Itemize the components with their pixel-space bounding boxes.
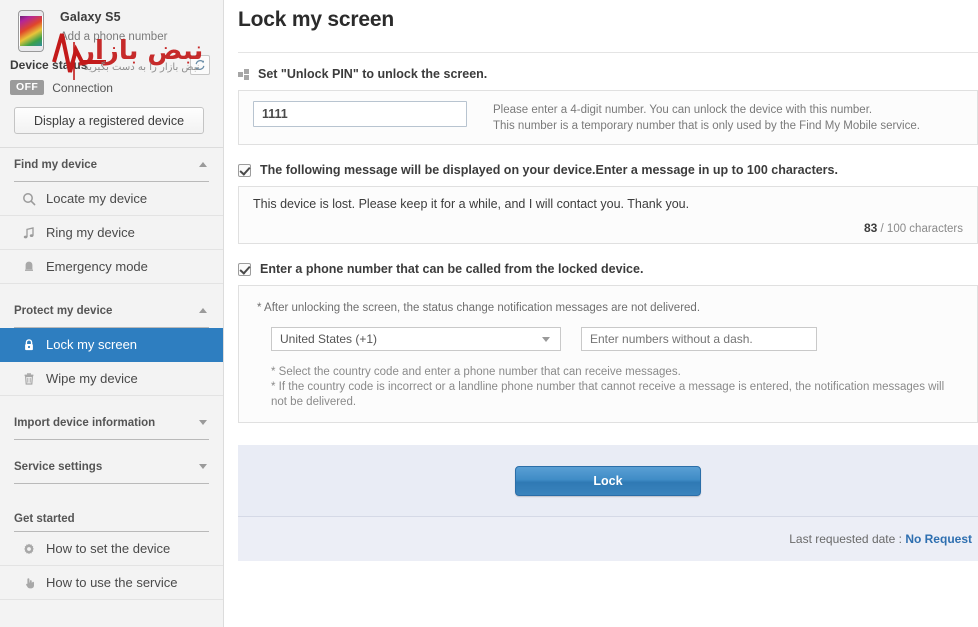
phone-notes: * Select the country code and enter a ph… bbox=[271, 365, 959, 410]
unlock-pin-input[interactable] bbox=[253, 101, 467, 127]
lock-icon bbox=[18, 338, 40, 352]
sidebar-item-label: How to use the service bbox=[46, 575, 178, 590]
get-started-items: How to set the device How to use the ser… bbox=[0, 532, 223, 600]
sidebar-item-emergency-mode[interactable]: Emergency mode bbox=[0, 250, 223, 284]
message-checkbox[interactable] bbox=[238, 163, 251, 177]
footer-bar: Last requested date : No Request bbox=[238, 517, 978, 561]
country-code-value: United States (+1) bbox=[280, 332, 378, 346]
phone-panel: * After unlocking the screen, the status… bbox=[238, 285, 978, 423]
sidebar-item-wipe-my-device[interactable]: Wipe my device bbox=[0, 362, 223, 396]
phone-number-input[interactable] bbox=[581, 327, 817, 351]
device-status-row: Device status bbox=[10, 55, 214, 75]
nav-group-header-protect-my-device[interactable]: Protect my device bbox=[14, 294, 209, 328]
music-note-icon bbox=[18, 226, 40, 240]
message-character-count: 83 / 100 characters bbox=[253, 221, 963, 235]
caret-up-icon bbox=[199, 162, 207, 167]
gear-icon bbox=[18, 542, 40, 556]
section-bullet-icon bbox=[238, 68, 249, 80]
chevron-down-icon bbox=[542, 336, 550, 342]
country-code-select[interactable]: United States (+1) bbox=[271, 327, 561, 351]
last-requested-label: Last requested date : bbox=[789, 532, 902, 546]
message-count-suffix: / 100 characters bbox=[880, 223, 963, 235]
message-textarea[interactable]: This device is lost. Please keep it for … bbox=[253, 197, 963, 211]
pin-panel: Please enter a 4-digit number. You can u… bbox=[238, 90, 978, 145]
sidebar-item-locate-my-device[interactable]: Locate my device bbox=[0, 182, 223, 216]
refresh-icon[interactable] bbox=[190, 55, 210, 75]
sidebar-item-label: Lock my screen bbox=[46, 337, 138, 352]
last-requested-date: Last requested date : No Request bbox=[789, 532, 972, 546]
get-started-group: Get started bbox=[0, 506, 223, 532]
pin-help-line-2: This number is a temporary number that i… bbox=[493, 120, 920, 132]
caret-down-icon bbox=[199, 464, 207, 469]
nav-group-title: Service settings bbox=[14, 460, 103, 473]
connection-status-row: OFF Connection bbox=[10, 80, 113, 95]
caret-down-icon bbox=[199, 420, 207, 425]
trash-icon bbox=[18, 372, 40, 386]
sidebar-item-how-to-use-the-service[interactable]: How to use the service bbox=[0, 566, 223, 600]
nav-group-title: Protect my device bbox=[14, 304, 113, 317]
nav-group-title: Import device information bbox=[14, 416, 156, 429]
hand-pointer-icon bbox=[18, 576, 40, 590]
display-registered-device-button[interactable]: Display a registered device bbox=[14, 107, 204, 134]
sidebar-item-lock-my-screen[interactable]: Lock my screen bbox=[0, 328, 223, 362]
main-content: Lock my screen Set "Unlock PIN" to unloc… bbox=[224, 0, 978, 627]
pin-help-line-1: Please enter a 4-digit number. You can u… bbox=[493, 104, 873, 116]
action-bar: Lock bbox=[238, 445, 978, 517]
nav-group-import-device-information: Import device information bbox=[0, 406, 223, 440]
sidebar-item-label: Wipe my device bbox=[46, 371, 138, 386]
message-count-current: 83 bbox=[863, 221, 878, 235]
caret-up-icon bbox=[199, 308, 207, 313]
sidebar-item-label: Ring my device bbox=[46, 225, 135, 240]
last-requested-value: No Request bbox=[905, 532, 972, 546]
phone-note-line-1: * Select the country code and enter a ph… bbox=[271, 366, 681, 378]
get-started-title: Get started bbox=[14, 506, 209, 532]
nav-group-find-my-device: Find my device Locate my device Ring my … bbox=[0, 148, 223, 284]
device-summary-panel: Galaxy S5 Add a phone number Device stat… bbox=[0, 0, 223, 147]
status-badge: OFF bbox=[10, 80, 45, 95]
nav-group-protect-my-device: Protect my device Lock my screen Wipe my… bbox=[0, 294, 223, 396]
phone-checkbox-row: Enter a phone number that can be called … bbox=[238, 262, 978, 276]
lock-button[interactable]: Lock bbox=[515, 465, 701, 496]
add-phone-number-link[interactable]: Add a phone number bbox=[60, 31, 167, 43]
phone-checkbox-label: Enter a phone number that can be called … bbox=[260, 262, 644, 276]
message-checkbox-label: The following message will be displayed … bbox=[260, 163, 838, 177]
message-checkbox-row: The following message will be displayed … bbox=[238, 163, 978, 177]
device-name: Galaxy S5 bbox=[60, 10, 121, 24]
find-my-mobile-page: Galaxy S5 Add a phone number Device stat… bbox=[0, 0, 978, 627]
pin-section-title: Set "Unlock PIN" to unlock the screen. bbox=[258, 67, 488, 81]
sidebar-item-label: How to set the device bbox=[46, 541, 171, 556]
sidebar: Galaxy S5 Add a phone number Device stat… bbox=[0, 0, 224, 627]
search-icon bbox=[18, 192, 40, 206]
sidebar-item-label: Locate my device bbox=[46, 191, 148, 206]
bell-icon bbox=[18, 260, 40, 274]
sidebar-item-ring-my-device[interactable]: Ring my device bbox=[0, 216, 223, 250]
message-panel: This device is lost. Please keep it for … bbox=[238, 186, 978, 244]
nav-group-header-find-my-device[interactable]: Find my device bbox=[14, 148, 209, 182]
phone-checkbox[interactable] bbox=[238, 262, 251, 276]
title-divider bbox=[238, 52, 978, 53]
sidebar-item-how-to-set-the-device[interactable]: How to set the device bbox=[0, 532, 223, 566]
pin-section-header: Set "Unlock PIN" to unlock the screen. bbox=[238, 67, 978, 81]
device-status-label: Device status bbox=[10, 58, 88, 72]
sidebar-item-label: Emergency mode bbox=[46, 259, 148, 274]
nav-group-service-settings: Service settings bbox=[0, 450, 223, 484]
nav-group-header-service-settings[interactable]: Service settings bbox=[14, 450, 209, 484]
pin-help-text: Please enter a 4-digit number. You can u… bbox=[493, 101, 920, 134]
phone-note: * After unlocking the screen, the status… bbox=[257, 302, 701, 314]
phone-note-line-2: * If the country code is incorrect or a … bbox=[271, 381, 945, 408]
page-title: Lock my screen bbox=[238, 8, 394, 31]
nav-group-title: Find my device bbox=[14, 158, 98, 171]
phone-thumbnail-icon bbox=[18, 10, 44, 52]
connection-label: Connection bbox=[52, 80, 113, 95]
nav-group-header-import-device-information[interactable]: Import device information bbox=[14, 406, 209, 440]
